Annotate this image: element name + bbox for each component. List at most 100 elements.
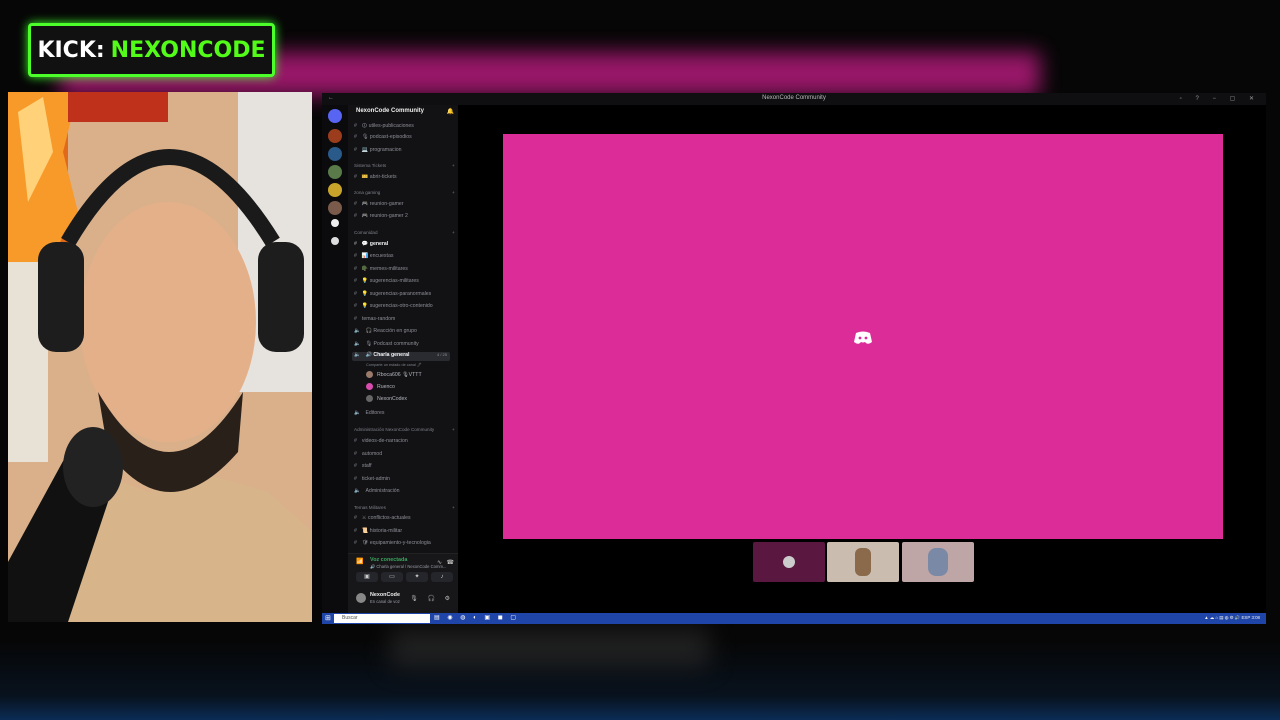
hash-icon: # <box>354 438 357 444</box>
hash-icon: # <box>354 147 357 153</box>
screen-share-button[interactable]: ▭ <box>381 572 403 582</box>
plus-icon[interactable]: + <box>452 190 455 195</box>
server-icon[interactable] <box>328 183 342 197</box>
voice-connected-label: Voz conectada <box>370 557 408 563</box>
hash-icon: # <box>354 528 357 534</box>
plus-icon[interactable]: + <box>452 163 455 168</box>
hash-icon: # <box>354 316 357 322</box>
channel-item[interactable]: # 🎮 reunion-gamer 2 <box>354 213 408 219</box>
category-militares[interactable]: Temas Militares + <box>354 505 455 510</box>
taskbar-search-input[interactable]: Buscar <box>334 614 430 623</box>
plus-icon[interactable]: + <box>452 505 455 510</box>
channel-item[interactable]: # 🛈 utiles-publicaciones <box>354 122 414 131</box>
channel-item[interactable]: # 💡 sugerencias-otro-contenido <box>354 303 433 309</box>
voice-user[interactable]: Rboca606 🎙VTTT <box>366 371 422 378</box>
voice-channel-item[interactable]: 🔈 Editores <box>354 410 385 416</box>
voice-channel-status[interactable]: Comparte un estado de canal 🖊 <box>366 362 422 367</box>
channel-item[interactable]: # 📊 encuestas <box>354 253 393 259</box>
channel-item[interactable]: # automod <box>354 451 382 457</box>
channel-item[interactable]: # 🎮 reunion-gamer <box>354 201 404 207</box>
add-server-icon[interactable] <box>331 219 339 227</box>
channel-label: 🎧 Reacción en grupo <box>365 328 417 334</box>
plus-icon[interactable]: + <box>452 427 455 432</box>
camera-button[interactable]: ▣ <box>356 572 378 582</box>
hash-icon: # <box>354 451 357 457</box>
signal-icon[interactable]: 📶 <box>356 558 363 565</box>
voice-user[interactable]: Ruenco <box>366 383 395 390</box>
disconnect-icon[interactable]: ☎ <box>447 559 454 566</box>
window-title: NexonCode Community <box>762 95 826 101</box>
system-tray[interactable]: ▲ ☁ ⌂ ▤ ◍ ⚙ 🔊 ESP 3:08 <box>1204 615 1260 621</box>
participant-tile[interactable] <box>902 542 974 582</box>
channel-label: 🎙 Podcast community <box>365 341 419 347</box>
server-name[interactable]: NexonCode Community <box>356 108 424 114</box>
soundboard-button[interactable]: ♪ <box>431 572 453 582</box>
participant-tile[interactable] <box>827 542 899 582</box>
server-icon[interactable] <box>328 165 342 179</box>
hash-icon: # <box>354 476 357 482</box>
voice-channel-item[interactable]: 🔈 🎧 Reacción en grupo <box>354 328 417 334</box>
channel-label: 🎙 podcast-episodios <box>361 134 412 140</box>
channel-item[interactable]: # 📜 historia-militar <box>354 528 402 534</box>
channel-item[interactable]: # videos-de-narracion <box>354 438 408 444</box>
hash-icon: # <box>354 266 357 272</box>
hash-icon: # <box>354 515 357 521</box>
channel-item[interactable]: # 🎫 abrir-tickets <box>354 174 397 180</box>
hash-icon: # <box>354 303 357 309</box>
server-rail <box>322 105 348 613</box>
discord-home-icon[interactable] <box>328 109 342 123</box>
channel-label: 📜 historia-militar <box>361 528 403 534</box>
noise-suppression-icon[interactable]: ∿ <box>437 559 442 566</box>
channel-item[interactable]: # ⚔ conflictos-actuales <box>354 515 411 521</box>
voice-user[interactable]: NexonCodex <box>366 395 407 402</box>
participant-tile[interactable] <box>753 542 825 582</box>
category-tickets[interactable]: Sistema Tickets + <box>354 163 455 168</box>
explore-icon[interactable] <box>331 237 339 245</box>
avatar <box>855 548 871 576</box>
server-icon[interactable] <box>328 201 342 215</box>
server-icon[interactable] <box>328 147 342 161</box>
voice-channel-item[interactable]: 🔈 🎙 Podcast community <box>354 341 419 347</box>
channel-item[interactable]: # temas-random <box>354 316 395 322</box>
taskbar-app-icons[interactable]: ▤ ◉ ◍ ◐ ▣ ◼ ▢ <box>434 614 519 621</box>
kick-brand-name: NEXONCODE <box>110 37 266 63</box>
channel-item[interactable]: # 🪖 memes-militares <box>354 266 408 272</box>
category-gaming[interactable]: zona gaming + <box>354 190 455 195</box>
hash-icon: # <box>354 463 357 469</box>
channel-item[interactable]: # 💡 sugerencias-paranormales <box>354 291 431 297</box>
channel-label: temas-random <box>361 316 396 322</box>
kick-brand-prefix: KICK: <box>37 37 105 63</box>
background-blur-bottom <box>390 628 710 668</box>
channel-label: 💻 programacion <box>361 147 402 153</box>
category-comunidad[interactable]: Comunidad + <box>354 230 455 235</box>
channel-item[interactable]: # 🎙 podcast-episodios <box>354 134 412 140</box>
activities-button[interactable]: ✦ <box>406 572 428 582</box>
channel-label: Administración <box>365 488 400 494</box>
webcam-feed <box>8 92 312 622</box>
voice-connected-channel[interactable]: 🔊 Charla general / NexonCode Comm... <box>370 564 446 570</box>
channel-item[interactable]: # staff <box>354 463 372 469</box>
plus-icon[interactable]: + <box>452 230 455 235</box>
channel-label: 🪖 memes-militares <box>361 266 408 272</box>
channel-item[interactable]: # 💻 programacion <box>354 147 402 153</box>
channel-item[interactable]: # 💡 sugerencias-militares <box>354 278 419 284</box>
server-icon[interactable] <box>328 129 342 143</box>
bell-icon[interactable]: 🔔 <box>447 108 454 115</box>
channel-item[interactable]: # 🛡 equipamiento-y-tecnologia <box>354 540 431 546</box>
voice-channel-item[interactable]: 🔈 Administración <box>354 488 400 494</box>
user-controls[interactable]: 🎙 🎧 ⚙ <box>410 595 454 602</box>
user-status: En canal de voz <box>370 599 400 604</box>
avatar[interactable] <box>356 593 366 603</box>
channel-label: videos-de-narracion <box>361 438 408 444</box>
hash-icon: # <box>354 123 357 129</box>
channel-label: Editores <box>365 410 385 416</box>
channel-item[interactable]: # 💬 general <box>354 241 388 247</box>
window-controls[interactable]: ▫ ? − ▢ ✕ <box>1180 95 1260 102</box>
start-icon[interactable]: ⊞ <box>325 614 331 622</box>
channel-item[interactable]: # ticket-admin <box>354 476 390 482</box>
voice-channel-active[interactable]: 🔈 🔊 Charla general 4 / 25 <box>352 352 450 361</box>
hash-icon: # <box>354 213 357 219</box>
avatar <box>366 383 373 390</box>
category-admin[interactable]: Administración NexonCode Community + <box>354 427 455 432</box>
hash-icon: # <box>354 174 357 180</box>
